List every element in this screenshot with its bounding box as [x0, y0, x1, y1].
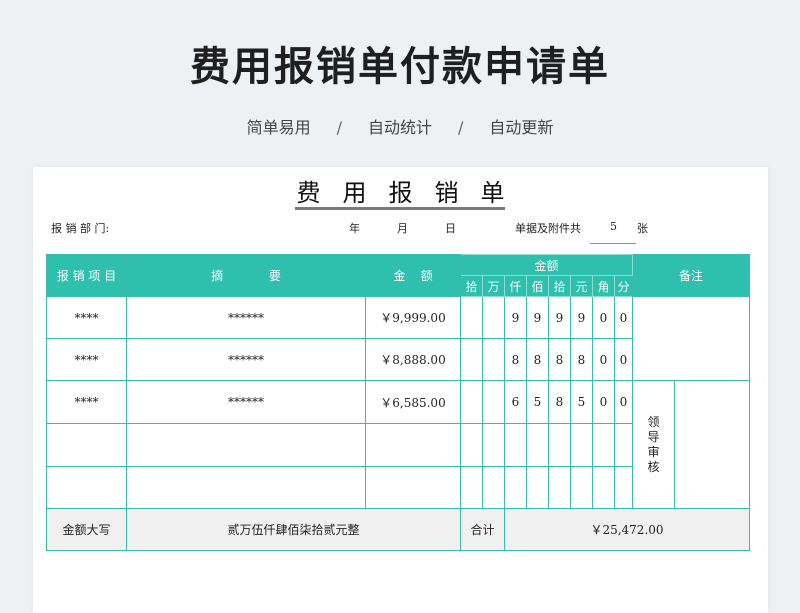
digit-cell: 9: [548, 296, 571, 339]
total-value[interactable]: ￥25,472.00: [504, 508, 750, 551]
digit-cell: 5: [570, 380, 593, 424]
summary-cell[interactable]: ******: [126, 338, 366, 381]
summary-cell[interactable]: ******: [126, 296, 366, 339]
digit-cell: [482, 296, 505, 339]
digit-cell: 8: [504, 338, 527, 381]
tag-easy: 简单易用: [246, 118, 311, 137]
digit-cell: 8: [548, 380, 571, 424]
amount-cell[interactable]: [365, 466, 461, 509]
digit-cell: [548, 423, 571, 467]
digit-cell: 8: [548, 338, 571, 381]
digit-cell: 0: [592, 296, 615, 339]
digit-cell: 8: [570, 338, 593, 381]
digit-header: 拾: [460, 275, 483, 297]
digit-cell: 9: [570, 296, 593, 339]
digit-cell: [482, 338, 505, 381]
digit-cell: [504, 423, 527, 467]
digit-cell: [548, 466, 571, 509]
digit-cell: [482, 380, 505, 424]
digit-header: 角: [592, 275, 615, 297]
digit-cell: [570, 466, 593, 509]
digit-cell: 9: [526, 296, 549, 339]
dept-label: 报 销 部 门:: [51, 222, 110, 235]
day-label: 日: [445, 222, 456, 235]
title-underline: [295, 207, 505, 210]
month-label: 月: [397, 222, 408, 235]
remark-cell[interactable]: [632, 296, 750, 381]
digit-cell: [460, 380, 483, 424]
digit-cell: 0: [592, 380, 615, 424]
digit-cell: [592, 423, 615, 467]
digit-cell: 6: [504, 380, 527, 424]
tag-auto-stat: 自动统计: [367, 118, 432, 137]
header-remark: 备注: [632, 254, 750, 297]
summary-cell[interactable]: ******: [126, 380, 366, 424]
summary-cell[interactable]: [126, 423, 366, 467]
item-cell[interactable]: [46, 423, 127, 467]
approval-text: 领导审核: [647, 414, 660, 474]
attach-count-underline: [590, 243, 636, 244]
form-title: 费用报销单: [296, 179, 527, 207]
attach-unit: 张: [637, 222, 648, 235]
header-amount-group: 金额: [460, 254, 633, 276]
item-cell[interactable]: ****: [46, 296, 127, 339]
digit-cell: [526, 423, 549, 467]
feature-tags: 简单易用 / 自动统计 / 自动更新: [0, 114, 800, 138]
digit-cell: 0: [592, 338, 615, 381]
digit-cell: [460, 466, 483, 509]
attach-label: 单据及附件共: [515, 222, 581, 235]
item-cell[interactable]: ****: [46, 338, 127, 381]
digit-cell: [526, 466, 549, 509]
digit-header: 仟: [504, 275, 527, 297]
approval-label: 领导审核: [632, 380, 675, 509]
summary-cell[interactable]: [126, 466, 366, 509]
digit-cell: [614, 466, 633, 509]
digit-cell: 5: [526, 380, 549, 424]
header-item: 报 销 项 目: [46, 254, 127, 297]
amount-cell[interactable]: ￥8,888.00: [365, 338, 461, 381]
amount-cell[interactable]: ￥9,999.00: [365, 296, 461, 339]
tag-separator: /: [458, 118, 464, 137]
amount-cell[interactable]: ￥6,585.00: [365, 380, 461, 424]
digit-cell: 0: [614, 296, 633, 339]
amount-cell[interactable]: [365, 423, 461, 467]
digit-cell: [460, 338, 483, 381]
digit-cell: [482, 466, 505, 509]
item-cell[interactable]: ****: [46, 380, 127, 424]
digit-cell: [460, 296, 483, 339]
year-label: 年: [349, 222, 360, 235]
digit-header: 拾: [548, 275, 571, 297]
table-row: **** ****** ￥6,585.00 6 5 8 5 0 0 领导审核: [46, 380, 750, 509]
total-caps-label: 金额大写: [46, 508, 127, 551]
page-title: 费用报销单付款申请单: [190, 44, 610, 90]
digit-cell: [570, 423, 593, 467]
digit-cell: [482, 423, 505, 467]
digit-header: 分: [614, 275, 633, 297]
attach-count[interactable]: 5: [610, 220, 617, 233]
item-cell[interactable]: [46, 466, 127, 509]
header-summary: 摘 要: [126, 254, 366, 297]
approval-signature-cell[interactable]: [674, 380, 750, 509]
digit-cell: 8: [526, 338, 549, 381]
reimbursement-table: 报 销 项 目 摘 要 金 额 金额 备注 拾 万 仟 佰 拾 元 角 分 **…: [46, 254, 750, 551]
digit-cell: [504, 466, 527, 509]
digit-cell: 0: [614, 380, 633, 424]
digit-cell: 9: [504, 296, 527, 339]
header-amount: 金 额: [365, 254, 461, 297]
total-label: 合计: [460, 508, 505, 551]
reimbursement-sheet: 费用报销单 报 销 部 门: 年 月 日 单据及附件共 5 张 报 销 项 目 …: [33, 167, 768, 613]
total-row: 金额大写 贰万伍仟肆佰柒拾贰元整 合计 ￥25,472.00: [46, 508, 750, 551]
digit-header: 元: [570, 275, 593, 297]
total-caps-value[interactable]: 贰万伍仟肆佰柒拾贰元整: [126, 508, 461, 551]
tag-separator: /: [336, 118, 342, 137]
digit-header: 万: [482, 275, 505, 297]
digit-header: 佰: [526, 275, 549, 297]
table-row: **** ****** ￥9,999.00 9 9 9 9 0 0: [46, 296, 750, 381]
digit-cell: 0: [614, 338, 633, 381]
digit-cell: [592, 466, 615, 509]
digit-cell: [460, 423, 483, 467]
digit-cell: [614, 423, 633, 467]
tag-auto-update: 自动更新: [489, 118, 554, 137]
